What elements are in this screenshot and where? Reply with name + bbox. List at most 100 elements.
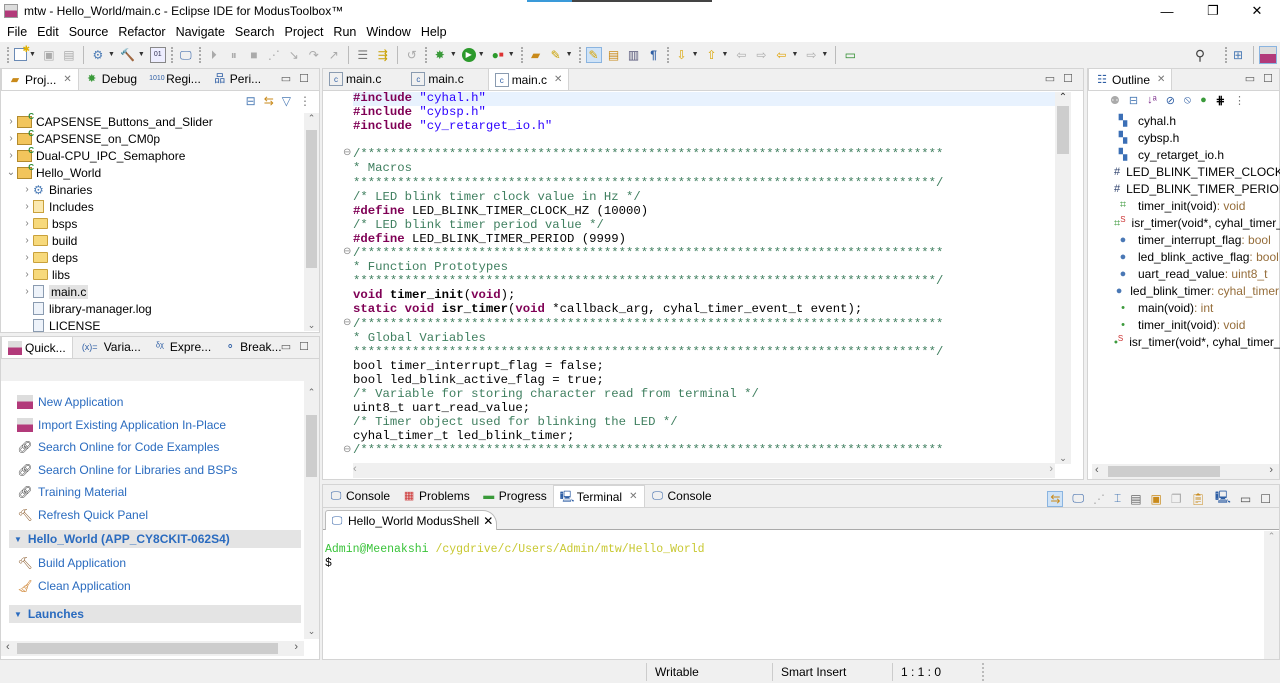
suspend-icon[interactable]: ⏸	[226, 47, 242, 63]
scroll-down-icon[interactable]: ⌄	[1055, 453, 1071, 464]
chevron-right-icon[interactable]: ›	[21, 201, 33, 212]
chevron-right-icon[interactable]: ›	[21, 235, 33, 246]
back-dropdown-icon[interactable]: ▼	[791, 51, 798, 58]
tree-item[interactable]: › build	[5, 232, 303, 249]
scroll-right-icon[interactable]: ›	[1269, 464, 1273, 476]
project-tree-scrollbar[interactable]: ⌃ ⌄	[304, 113, 319, 331]
tab-peripherals[interactable]: 品 Peri...	[207, 68, 267, 90]
menu-source[interactable]: Source	[64, 25, 114, 39]
show-whitespace-icon[interactable]: ▥	[626, 47, 642, 63]
minimize-view-icon[interactable]: ▭	[281, 72, 291, 85]
close-tab-icon[interactable]: ✕	[1157, 74, 1165, 85]
scroll-down-icon[interactable]: ⌄	[304, 626, 319, 637]
search-libraries-link[interactable]: 🔗︎ Search Online for Libraries and BSPs	[1, 459, 303, 482]
debug-icon[interactable]: ✸	[432, 47, 448, 63]
tree-item[interactable]: › CAPSENSE_Buttons_and_Slider	[5, 112, 303, 130]
tab-variables[interactable]: (x)= Varia...	[73, 336, 147, 358]
maximize-view-icon[interactable]: ☐	[1260, 492, 1271, 506]
chevron-right-icon[interactable]: ›	[21, 286, 33, 297]
tab-project-explorer[interactable]: ▰ Proj... ✕	[1, 68, 79, 90]
build-dropdown-icon[interactable]: ▼	[138, 51, 145, 58]
collapse-all-icon[interactable]: ⊟	[246, 94, 256, 108]
scroll-thumb[interactable]	[306, 415, 317, 477]
outline-item[interactable]: ● timer_interrupt_flag : bool	[1088, 231, 1279, 248]
scroll-thumb[interactable]	[1057, 106, 1069, 154]
outline-item[interactable]: ● uart_read_value : uint8_t	[1088, 265, 1279, 282]
minimize-view-icon[interactable]: ▭	[1240, 492, 1251, 506]
menu-search[interactable]: Search	[230, 25, 280, 39]
chevron-right-icon[interactable]: ›	[21, 269, 33, 280]
tab-expressions[interactable]: ᵟᵡ Expre...	[147, 336, 217, 358]
close-button[interactable]: ✕	[1234, 0, 1280, 22]
use-step-filters-icon[interactable]: ⇶	[375, 47, 391, 63]
new-application-link[interactable]: New Application	[1, 391, 303, 414]
paste-icon[interactable]: 📋︎	[1191, 492, 1206, 506]
fold-collapse-icon[interactable]: ⊖	[343, 147, 351, 158]
outline-item[interactable]: • main(void) : int	[1088, 299, 1279, 316]
quick-panel-hscrollbar[interactable]: ‹ ›	[1, 641, 304, 656]
next-annotation-icon[interactable]: ⇩	[674, 47, 690, 63]
next-annotation-dropdown-icon[interactable]: ▼	[692, 51, 699, 58]
terminal-icon[interactable]: 🖵	[178, 47, 194, 63]
collapse-all-icon[interactable]: ⊟	[1129, 94, 1138, 107]
fold-collapse-icon[interactable]: ⊖	[343, 246, 351, 257]
sort-icon[interactable]: ↓ᵃ	[1147, 94, 1157, 107]
tree-item[interactable]: › main.c	[5, 283, 303, 300]
close-tab-icon[interactable]: ✕	[483, 514, 493, 528]
tree-item[interactable]: › deps	[5, 249, 303, 266]
tree-item[interactable]: › ⚙ Binaries	[5, 181, 303, 198]
terminal-session-tab[interactable]: 🖵︎ Hello_World ModusShell ✕	[325, 510, 497, 530]
restore-button[interactable]: ❐	[1190, 0, 1236, 22]
scroll-left-icon[interactable]: ‹	[353, 463, 357, 475]
paragraph-icon[interactable]: ¶	[646, 47, 662, 63]
refresh-quick-panel-link[interactable]: 🔨︎ Refresh Quick Panel	[1, 504, 303, 527]
tab-console[interactable]: 🖵︎ Console	[323, 485, 396, 507]
tree-item[interactable]: › libs	[5, 266, 303, 283]
copy-icon[interactable]: ❐	[1171, 492, 1182, 506]
forward-icon[interactable]: ⇨	[803, 47, 819, 63]
tab-debug[interactable]: ✸ Debug	[79, 68, 143, 90]
close-tab-icon[interactable]: ✕	[629, 491, 637, 502]
tree-item[interactable]: ⌄ Hello_World	[5, 163, 303, 181]
chevron-right-icon[interactable]: ›	[21, 252, 33, 263]
tab-problems[interactable]: ▦ Problems	[396, 485, 476, 507]
last-edit-icon[interactable]: ⇦	[733, 47, 749, 63]
training-material-link[interactable]: 🔗︎ Training Material	[1, 481, 303, 504]
hide-members-icon[interactable]: ●	[1200, 94, 1207, 107]
back-icon[interactable]: ⇦	[773, 47, 789, 63]
scroll-lock-icon[interactable]: ⇆	[1047, 490, 1064, 507]
fold-collapse-icon[interactable]: ⊖	[343, 317, 351, 328]
menu-file[interactable]: File	[2, 25, 32, 39]
close-tab-icon[interactable]: ✕	[554, 74, 562, 85]
maximize-view-icon[interactable]: ☐	[1063, 72, 1073, 85]
view-menu-icon[interactable]: ⋮	[299, 94, 311, 108]
step-over-icon[interactable]: ↷	[306, 47, 322, 63]
restart-icon[interactable]: ↺	[404, 47, 420, 63]
open-perspective-icon[interactable]: ⊞	[1230, 47, 1246, 63]
scroll-thumb[interactable]	[17, 643, 278, 654]
filter-icon[interactable]: ▽	[282, 94, 291, 108]
select-all-icon[interactable]: ⌶	[1114, 491, 1121, 506]
minimize-view-icon[interactable]: ▭	[281, 340, 291, 353]
code-editor[interactable]: #include "cyhal.h" #include "cybsp.h" #inc…	[353, 91, 943, 457]
quick-panel-vscrollbar[interactable]: ⌃ ⌄	[304, 381, 319, 639]
save-all-icon[interactable]: ▤	[61, 47, 77, 63]
last-edit-forward-icon[interactable]: ⇨	[753, 47, 769, 63]
editor-tab-active[interactable]: c main.c ✕	[487, 68, 570, 90]
tab-console-2[interactable]: 🖵︎ Console	[645, 485, 718, 507]
new-terminal-icon[interactable]: 🖳	[1215, 488, 1231, 509]
outline-item[interactable]: ● led_blink_active_flag : bool	[1088, 248, 1279, 265]
outline-item[interactable]: ▚ cy_retarget_io.h	[1088, 146, 1279, 163]
scroll-right-icon[interactable]: ›	[1049, 463, 1053, 475]
disconnect-icon[interactable]: ⋰	[266, 47, 282, 63]
outline-item[interactable]: ▚ cyhal.h	[1088, 112, 1279, 129]
external-tools-dropdown-icon[interactable]: ▼	[508, 51, 515, 58]
scroll-thumb[interactable]	[306, 130, 317, 268]
forward-dropdown-icon[interactable]: ▼	[821, 51, 828, 58]
tree-item[interactable]: LICENSE	[5, 317, 303, 334]
modustoolbox-perspective-icon[interactable]	[1259, 45, 1277, 64]
hide-non-public-icon[interactable]: ⊘	[1166, 94, 1175, 107]
launches-section-header[interactable]: ▼ Launches	[9, 605, 301, 623]
editor-vscrollbar[interactable]: ⌃ ⌄	[1055, 92, 1071, 464]
outline-item[interactable]: •S isr_timer(void*, cyhal_timer_	[1088, 333, 1280, 350]
